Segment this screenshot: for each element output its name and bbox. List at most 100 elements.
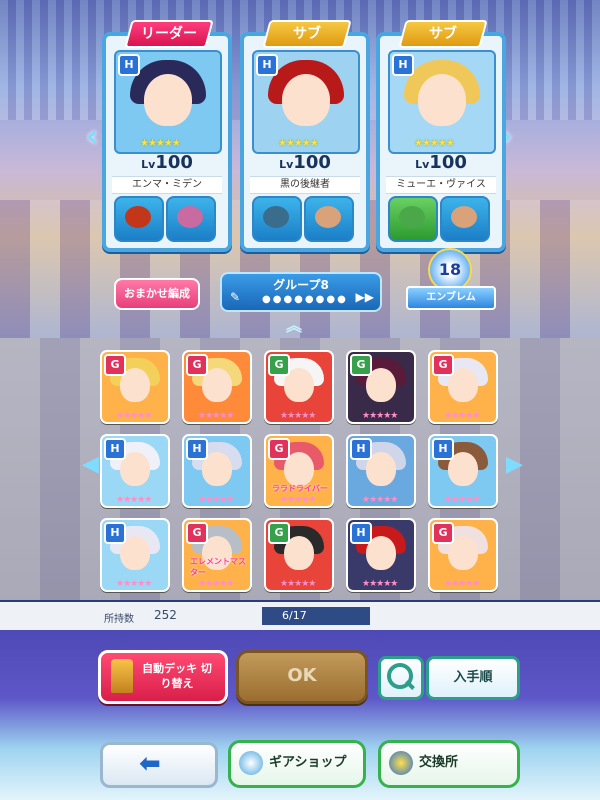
emblem-button[interactable]: 18 エンブレム [406, 248, 496, 310]
face [282, 74, 330, 126]
roster-character-slot[interactable]: H ★★★★★ [182, 434, 252, 508]
sub-tag: サブ [398, 20, 488, 48]
rarity-stars: ★★★★★ [444, 495, 480, 505]
character-name: ミューエ・ヴァイス [386, 176, 496, 194]
owned-label: 所持数 [104, 614, 134, 625]
type-badge: G [432, 354, 454, 376]
racket-icon [239, 751, 263, 775]
roster-character-slot[interactable]: G ★★★★★ [264, 350, 334, 424]
roster-next-arrow[interactable]: ▶ [506, 452, 523, 492]
group-page-dots: ●●●●●●●● [262, 294, 348, 305]
roster-character-slot[interactable]: H ★★★★★ [428, 434, 498, 508]
edit-pen-icon[interactable]: ✎ [230, 290, 240, 304]
rarity-stars: ★★★★★ [362, 579, 398, 589]
rarity-stars: ★★★★★ [362, 495, 398, 505]
type-badge: H [350, 438, 372, 460]
type-badge: H [104, 438, 126, 460]
page-indicator: 6/17 [262, 607, 370, 625]
rarity-stars: ★★★★★ [278, 138, 319, 149]
roster-character-slot[interactable]: G ★★★★★ [182, 350, 252, 424]
gear-shop-button[interactable]: ギアショップ [228, 740, 366, 788]
character-title-label: ララドライバー [272, 484, 328, 493]
type-badge: H [118, 54, 140, 76]
rarity-stars: ★★★★★ [116, 579, 152, 589]
level: Lv100 [279, 152, 331, 173]
roster-character-slot[interactable]: H ★★★★★ [100, 518, 170, 592]
roster-character-slot[interactable]: G ★★★★★ [428, 350, 498, 424]
character-name: 黒の後継者 [250, 176, 360, 194]
roster-character-slot[interactable]: G ★★★★★ ララドライバー [264, 434, 334, 508]
level: Lv100 [415, 152, 467, 173]
gear-slot-shoes[interactable] [440, 196, 490, 242]
fast-forward-icon[interactable]: ▶▶ [356, 290, 374, 304]
gear-slot-shoes[interactable] [304, 196, 354, 242]
rarity-stars: ★★★★★ [414, 138, 455, 149]
character-portrait: H ★★★★★ [252, 50, 360, 154]
character-name: エンマ・ミデン [112, 176, 222, 194]
roster-character-slot[interactable]: G ★★★★★ [264, 518, 334, 592]
gear-shop-label: ギアショップ [269, 755, 347, 770]
roster-character-slot[interactable]: H ★★★★★ [100, 434, 170, 508]
type-badge: H [256, 54, 278, 76]
gear-slot-weapon[interactable] [114, 196, 164, 242]
sort-order-button[interactable]: 入手順 [426, 656, 520, 700]
rarity-stars: ★★★★★ [362, 411, 398, 421]
rarity-stars: ★★★★★ [280, 411, 316, 421]
rarity-stars: ★★★★★ [198, 579, 234, 589]
rarity-stars: ★★★★★ [444, 579, 480, 589]
chevron-up-icon[interactable]: ︽ [286, 312, 302, 336]
type-badge: G [186, 522, 208, 544]
character-portrait: H ★★★★★ [114, 50, 222, 154]
type-badge: G [268, 354, 290, 376]
roster-prev-arrow[interactable]: ◀ [82, 452, 99, 492]
roster-character-slot[interactable]: G ★★★★★ [428, 518, 498, 592]
type-badge: G [186, 354, 208, 376]
back-arrow-icon: ⬅ [139, 749, 161, 779]
rarity-stars: ★★★★★ [280, 579, 316, 589]
back-button[interactable]: ⬅ [100, 742, 218, 788]
type-badge: H [350, 522, 372, 544]
rarity-stars: ★★★★★ [444, 411, 480, 421]
rarity-stars: ★★★★★ [198, 411, 234, 421]
exchange-icon [389, 751, 413, 775]
type-badge: G [268, 522, 290, 544]
rarity-stars: ★★★★★ [116, 411, 152, 421]
type-badge: G [104, 354, 126, 376]
gear-slot-weapon[interactable] [252, 196, 302, 242]
leader-card[interactable]: リーダー H ★★★★★ Lv100 エンマ・ミデン [102, 20, 232, 252]
auto-deck-switch-button[interactable]: 自動デッキ 切り替え [98, 650, 228, 704]
weapon-icon [125, 206, 151, 228]
type-badge: G [268, 438, 290, 460]
weapon-icon [263, 206, 289, 228]
search-button[interactable] [378, 656, 424, 700]
gear-slot-shoes[interactable] [166, 196, 216, 242]
type-badge: H [104, 522, 126, 544]
exchange-label: 交換所 [419, 755, 459, 770]
rarity-stars: ★★★★★ [140, 138, 181, 149]
sub-tag: サブ [262, 20, 352, 48]
roster-character-slot[interactable]: G ★★★★★ エレメントマスター [182, 518, 252, 592]
roster-character-slot[interactable]: H ★★★★★ [346, 518, 416, 592]
sub-card-1[interactable]: サブ H ★★★★★ Lv100 黒の後継者 [240, 20, 370, 252]
level: Lv100 [141, 152, 193, 173]
group-selector[interactable]: グループ8 ✎ ●●●●●●●● ▶▶ [220, 272, 382, 312]
type-badge: H [186, 438, 208, 460]
rarity-stars: ★★★★★ [280, 495, 316, 505]
weapon-icon [399, 206, 425, 228]
type-badge: H [392, 54, 414, 76]
shoes-icon [451, 206, 477, 228]
ok-button[interactable]: OK [236, 650, 368, 704]
sub-card-2[interactable]: サブ H ★★★★★ Lv100 ミューエ・ヴァイス [376, 20, 506, 252]
type-badge: H [432, 438, 454, 460]
auto-deck-label: 自動デッキ 切り替え [142, 662, 212, 690]
roster-character-slot[interactable]: H ★★★★★ [346, 434, 416, 508]
emblem-label: エンブレム [406, 286, 496, 310]
type-badge: G [432, 522, 454, 544]
tower-icon [111, 659, 133, 693]
exchange-button[interactable]: 交換所 [378, 740, 520, 788]
rarity-stars: ★★★★★ [198, 495, 234, 505]
roster-character-slot[interactable]: G ★★★★★ [346, 350, 416, 424]
roster-character-slot[interactable]: G ★★★★★ [100, 350, 170, 424]
gear-slot-weapon[interactable] [388, 196, 438, 242]
auto-formation-button[interactable]: おまかせ編成 [114, 278, 200, 310]
